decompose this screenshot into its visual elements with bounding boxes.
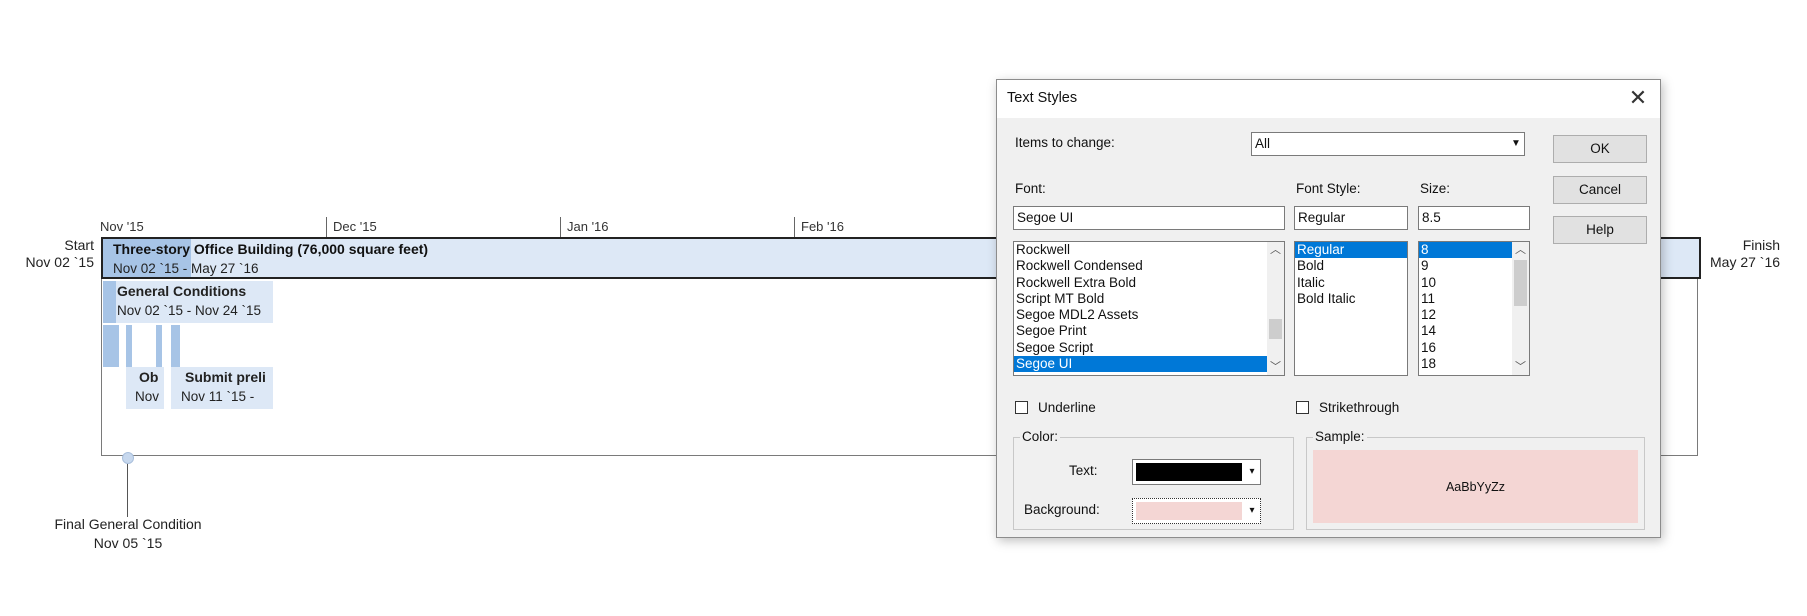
font-style-list-item[interactable]: Italic — [1295, 275, 1407, 291]
task-bar[interactable]: General Conditions Nov 02 `15 - Nov 24 `… — [103, 281, 273, 323]
font-list-item[interactable]: Segoe Script — [1014, 340, 1284, 356]
font-style-list-item[interactable]: Bold Italic — [1295, 291, 1407, 307]
task-dates: Nov 02 `15 - Nov 24 `15 — [117, 303, 262, 318]
font-list-scrollbar[interactable]: ︿ ﹀ — [1267, 242, 1284, 375]
background-color-dropdown[interactable]: ▾ — [1132, 498, 1261, 524]
text-styles-dialog: Text Styles ✕ Items to change: All ▼ OK … — [996, 79, 1661, 538]
font-list-item[interactable]: Segoe MDL2 Assets — [1014, 307, 1284, 323]
font-style-input[interactable]: Regular — [1294, 206, 1408, 230]
font-style-list-item[interactable]: Bold — [1295, 258, 1407, 274]
timescale-label: Feb '16 — [794, 217, 844, 237]
font-style-list-item[interactable]: Regular — [1295, 242, 1407, 259]
text-color-label: Text: — [1069, 463, 1098, 478]
summary-bar-title: Three-story Office Building (76,000 squa… — [113, 241, 429, 257]
timescale-label: Nov '15 — [100, 219, 144, 234]
background-color-swatch — [1136, 502, 1242, 520]
size-list[interactable]: 8 9 10 11 12 14 16 18 ︿ ﹀ — [1418, 241, 1530, 376]
font-list[interactable]: Rockwell Rockwell Condensed Rockwell Extra… — [1013, 241, 1285, 376]
task-dates: Nov — [135, 389, 160, 404]
font-label: Font: — [1015, 181, 1046, 196]
milestone-marker[interactable] — [122, 452, 134, 464]
task-title: Ob — [139, 369, 159, 385]
summary-bar-dates: Nov 02 `15 - May 27 `16 — [113, 261, 259, 276]
size-input[interactable]: 8.5 — [1418, 206, 1530, 230]
help-button[interactable]: Help — [1553, 216, 1647, 244]
dialog-title: Text Styles — [1007, 90, 1078, 106]
underline-label: Underline — [1038, 400, 1096, 415]
timescale-label: Jan '16 — [560, 217, 609, 237]
font-style-list[interactable]: Regular Bold Italic Bold Italic — [1294, 241, 1408, 376]
scroll-thumb[interactable] — [1514, 260, 1527, 306]
finish-label: Finish — [1742, 237, 1781, 253]
timeline-start: Start Nov 02 `15 — [26, 237, 94, 271]
background-color-label: Background: — [1024, 502, 1100, 517]
milestone-connector — [127, 457, 128, 517]
task-stripe — [103, 325, 119, 367]
finish-date: May 27 `16 — [1710, 254, 1781, 270]
font-list-item[interactable]: Segoe Print — [1014, 323, 1284, 339]
font-input[interactable]: Segoe UI — [1013, 206, 1285, 230]
strikethrough-label: Strikethrough — [1319, 400, 1400, 415]
task-stripe — [103, 281, 116, 323]
timescale-label: Dec '15 — [326, 217, 377, 237]
sample-group-title: Sample: — [1313, 429, 1367, 444]
sample-text: AaBbYyZz — [1445, 480, 1506, 494]
color-group-title: Color: — [1020, 429, 1061, 444]
font-list-item[interactable]: Rockwell — [1014, 242, 1284, 258]
start-label: Start — [64, 237, 94, 253]
chevron-down-icon[interactable]: ▾ — [1244, 499, 1260, 523]
size-list-scrollbar[interactable]: ︿ ﹀ — [1512, 242, 1529, 375]
strikethrough-checkbox[interactable] — [1296, 401, 1309, 414]
task-bar[interactable]: Submit preli Nov 11 `15 - — [171, 367, 273, 409]
font-list-item[interactable]: Segoe UI — [1014, 356, 1284, 373]
task-bar[interactable]: Ob Nov — [126, 367, 164, 409]
milestone-label: Final General Condition Nov 05 `15 — [50, 515, 206, 553]
sample-preview: AaBbYyZz — [1313, 450, 1638, 523]
milestone-date: Nov 05 `15 — [93, 535, 163, 551]
scroll-up-icon[interactable]: ︿ — [1267, 242, 1284, 258]
font-list-item[interactable]: Script MT Bold — [1014, 291, 1284, 307]
font-list-item[interactable]: Rockwell Condensed — [1014, 258, 1284, 274]
start-date: Nov 02 `15 — [25, 254, 94, 270]
scroll-down-icon[interactable]: ﹀ — [1512, 359, 1529, 375]
task-title: Submit preli — [185, 369, 266, 385]
milestone-title: Final General Condition — [54, 516, 202, 532]
chevron-down-icon[interactable]: ▼ — [1508, 133, 1524, 155]
scroll-down-icon[interactable]: ﹀ — [1267, 359, 1284, 375]
close-icon[interactable]: ✕ — [1626, 86, 1650, 110]
scroll-thumb[interactable] — [1269, 319, 1282, 339]
task-stripe — [171, 325, 180, 367]
sample-group: Sample: AaBbYyZz — [1306, 429, 1645, 530]
items-to-change-label: Items to change: — [1015, 135, 1115, 150]
dialog-titlebar: Text Styles ✕ — [997, 80, 1660, 118]
items-to-change-dropdown[interactable]: All ▼ — [1251, 132, 1525, 156]
size-label: Size: — [1420, 181, 1451, 196]
text-color-swatch — [1136, 463, 1242, 481]
task-dates: Nov 11 `15 - — [181, 389, 255, 404]
task-title: General Conditions — [117, 283, 247, 299]
underline-checkbox[interactable] — [1015, 401, 1028, 414]
font-style-label: Font Style: — [1296, 181, 1361, 196]
font-list-item[interactable]: Rockwell Extra Bold — [1014, 275, 1284, 291]
ok-button[interactable]: OK — [1553, 135, 1647, 163]
chevron-down-icon[interactable]: ▾ — [1244, 460, 1260, 484]
text-color-dropdown[interactable]: ▾ — [1132, 459, 1261, 485]
items-to-change-value: All — [1255, 136, 1271, 151]
task-spacer — [126, 325, 164, 367]
color-group: Color: Text: ▾ Background: ▾ — [1013, 429, 1294, 530]
timeline-finish: Finish May 27 `16 — [1710, 237, 1780, 271]
cancel-button[interactable]: Cancel — [1553, 176, 1647, 204]
scroll-up-icon[interactable]: ︿ — [1512, 242, 1529, 258]
